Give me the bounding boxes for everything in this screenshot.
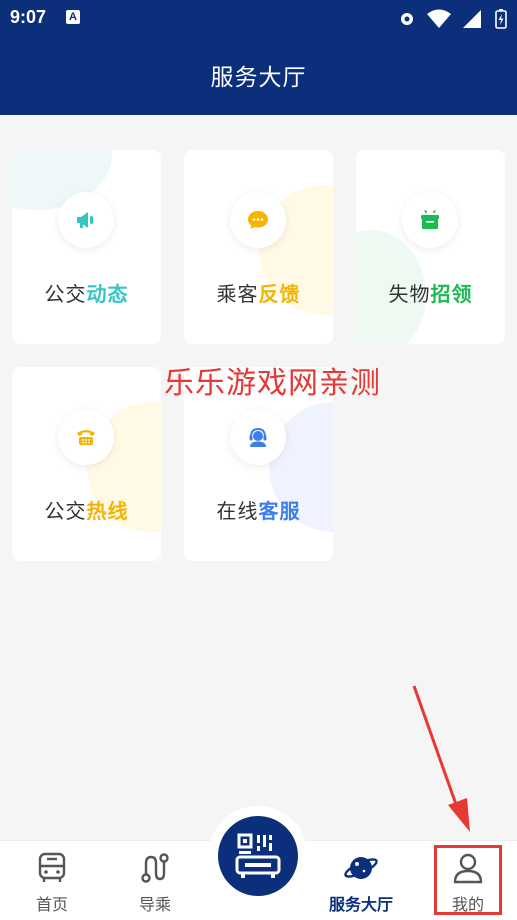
settings-dot-icon bbox=[400, 12, 413, 25]
tab-guide[interactable]: 导乘 bbox=[105, 841, 205, 920]
header: 服务大厅 bbox=[0, 36, 517, 115]
card-label: 乘客反馈 bbox=[184, 278, 333, 307]
card-label-accent: 客服 bbox=[258, 499, 301, 523]
card-label-plain: 公交 bbox=[44, 499, 87, 523]
card-label: 失物招领 bbox=[356, 278, 505, 307]
card-label-plain: 在线 bbox=[216, 499, 259, 523]
card-label-accent: 热线 bbox=[86, 499, 129, 523]
card-bus-hotline[interactable]: 公交热线 bbox=[12, 367, 161, 561]
scan-button[interactable] bbox=[208, 806, 308, 906]
tab-label: 首页 bbox=[35, 895, 68, 914]
card-lost-and-found[interactable]: 失物招领 bbox=[356, 150, 505, 344]
megaphone-icon bbox=[58, 192, 114, 248]
card-label-plain: 乘客 bbox=[216, 282, 259, 306]
telephone-icon bbox=[58, 409, 114, 465]
watermark-text: 乐乐游戏网亲测 bbox=[164, 366, 381, 401]
page-title: 服务大厅 bbox=[210, 65, 307, 91]
qr-scan-icon bbox=[218, 816, 298, 896]
card-label: 在线客服 bbox=[184, 495, 333, 524]
card-label: 公交动态 bbox=[12, 278, 161, 307]
status-time: 9:07 bbox=[10, 7, 47, 27]
customer-service-icon bbox=[230, 409, 286, 465]
battery-charging-icon bbox=[495, 8, 507, 29]
card-label-plain: 失物 bbox=[388, 282, 431, 306]
chat-bubble-icon bbox=[230, 192, 286, 248]
card-label-accent: 动态 bbox=[86, 282, 129, 306]
service-grid: 公交动态 乘客反馈 失物招领 公交热线 在线客服 bbox=[0, 115, 517, 840]
gift-box-icon bbox=[402, 192, 458, 248]
planet-icon bbox=[343, 851, 379, 889]
card-label: 公交热线 bbox=[12, 495, 161, 524]
card-label-accent: 反馈 bbox=[258, 282, 301, 306]
tab-home[interactable]: 首页 bbox=[2, 841, 102, 920]
accessibility-indicator-icon: A bbox=[66, 10, 80, 24]
signal-icon bbox=[462, 9, 481, 28]
annotation-highlight-box bbox=[434, 845, 502, 915]
bus-icon bbox=[35, 851, 69, 889]
tab-label: 服务大厅 bbox=[328, 895, 393, 914]
wifi-icon bbox=[426, 9, 451, 28]
status-bar: 9:07 A bbox=[0, 0, 517, 36]
card-passenger-feedback[interactable]: 乘客反馈 bbox=[184, 150, 333, 344]
route-icon bbox=[138, 851, 172, 889]
tab-label: 导乘 bbox=[138, 895, 171, 914]
card-label-accent: 招领 bbox=[430, 282, 473, 306]
card-label-plain: 公交 bbox=[44, 282, 87, 306]
card-bus-news[interactable]: 公交动态 bbox=[12, 150, 161, 344]
system-icons bbox=[400, 8, 507, 29]
tab-service-hall[interactable]: 服务大厅 bbox=[311, 841, 411, 920]
